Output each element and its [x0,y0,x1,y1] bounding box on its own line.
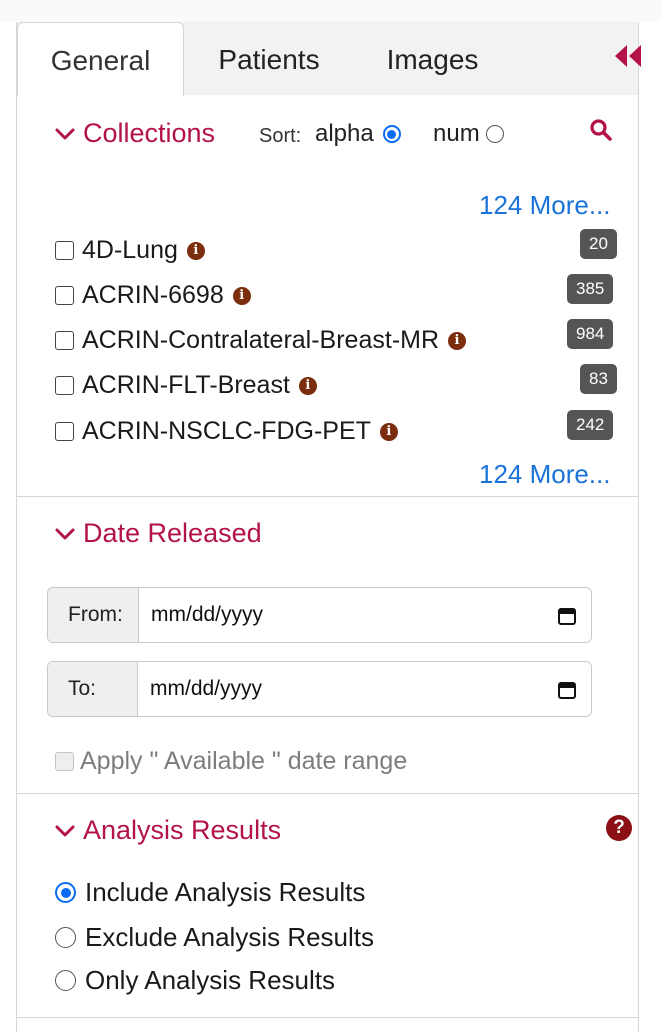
collection-item: ACRIN-Contralateral-Breast-MR i [55,326,467,355]
analysis-results-title: Analysis Results [83,815,282,845]
apply-available-date-range: Apply " Available " date range [55,747,407,776]
date-from-group: From: mm/dd/yyyy [47,587,592,643]
collection-item: 4D-Lung i [55,236,205,265]
tab-patients[interactable]: Patients [189,22,349,95]
collection-name: ACRIN-Contralateral-Breast-MR [82,326,440,354]
only-analysis-radio[interactable] [55,970,76,991]
date-from-input[interactable]: mm/dd/yyyy [139,588,591,642]
sort-alpha-option[interactable]: alpha [315,120,401,148]
include-analysis-option[interactable]: Include Analysis Results [55,877,365,908]
sort-label: Sort: [259,125,302,147]
collection-count-badge: 20 [580,229,617,259]
collection-checkbox[interactable] [55,286,74,305]
tab-general[interactable]: General [17,22,184,96]
info-icon[interactable]: i [379,422,398,441]
date-released-toggle[interactable]: Date Released [55,518,262,549]
collection-checkbox[interactable] [55,376,74,395]
help-icon[interactable]: ? [606,815,632,841]
sort-num-option[interactable]: num [433,120,504,148]
collection-count-badge: 385 [567,274,614,304]
exclude-analysis-option[interactable]: Exclude Analysis Results [55,922,374,953]
collection-item: ACRIN-6698 i [55,281,251,310]
more-collections-link-bottom[interactable]: 124 More... [479,459,611,490]
analysis-results-toggle[interactable]: Analysis Results [55,815,281,846]
collection-item: ACRIN-FLT-Breast i [55,371,317,400]
search-icon[interactable] [589,118,613,142]
calendar-icon[interactable] [557,606,577,626]
collection-name: ACRIN-NSCLC-FDG-PET [82,417,371,445]
collection-name: 4D-Lung [82,236,178,264]
sort-alpha-label: alpha [315,120,374,147]
include-analysis-radio[interactable] [55,882,76,903]
date-released-title: Date Released [83,518,262,548]
date-to-placeholder: mm/dd/yyyy [150,677,263,700]
date-to-group: To: mm/dd/yyyy [47,661,592,717]
date-to-input[interactable]: mm/dd/yyyy [138,662,591,716]
calendar-icon[interactable] [557,680,577,700]
info-icon[interactable]: i [448,331,467,350]
collection-count-badge: 83 [580,364,617,394]
tab-bar: General Patients Images [17,22,641,96]
filter-panel: General Patients Images Collections Sort… [16,22,641,1032]
top-strip [0,0,661,22]
info-icon[interactable]: i [298,376,317,395]
chevron-down-icon [55,825,75,836]
info-icon[interactable]: i [232,286,251,305]
apply-date-range-checkbox[interactable] [55,752,74,771]
tab-images[interactable]: Images [355,22,510,95]
collection-count-badge: 242 [567,410,614,440]
exclude-analysis-label: Exclude Analysis Results [85,922,375,952]
collection-item: ACRIN-NSCLC-FDG-PET i [55,417,398,446]
sort-alpha-radio[interactable] [382,125,401,143]
sort-num-label: num [433,120,480,147]
collections-title: Collections [83,118,216,148]
apply-date-range-label: Apply " Available " date range [80,747,408,775]
only-analysis-label: Only Analysis Results [85,965,335,995]
collection-name: ACRIN-6698 [82,281,224,309]
include-analysis-label: Include Analysis Results [85,877,366,907]
only-analysis-option[interactable]: Only Analysis Results [55,965,335,996]
section-divider [17,496,638,497]
exclude-analysis-radio[interactable] [55,927,76,948]
chevron-down-icon [55,128,75,139]
section-divider [17,793,638,794]
sort-num-radio[interactable] [485,125,504,143]
collection-name: ACRIN-FLT-Breast [82,371,290,399]
collections-toggle[interactable]: Collections [55,118,215,149]
chevron-down-icon [55,528,75,539]
info-icon[interactable]: i [186,241,205,260]
date-to-label: To: [48,662,138,716]
more-collections-link-top[interactable]: 124 More... [479,190,611,221]
collection-checkbox[interactable] [55,331,74,350]
collection-checkbox[interactable] [55,422,74,441]
section-divider [17,1017,638,1018]
date-from-label: From: [48,588,139,642]
collection-checkbox[interactable] [55,241,74,260]
collapse-panel-icon[interactable] [613,42,645,70]
collection-count-badge: 984 [567,319,614,349]
date-from-placeholder: mm/dd/yyyy [151,603,264,626]
